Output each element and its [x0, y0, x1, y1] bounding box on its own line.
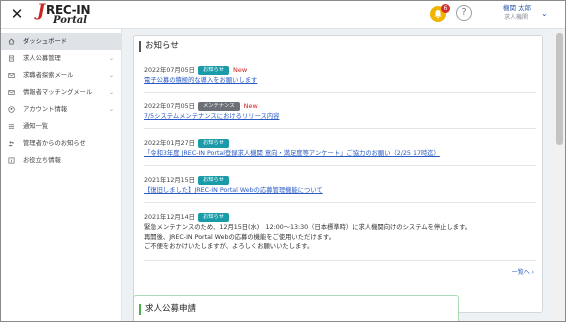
sidebar-item-label: 求職者探索メール: [23, 72, 74, 79]
chevron-down-icon[interactable]: ⌄: [541, 9, 548, 18]
help-icon[interactable]: ?: [456, 5, 472, 21]
news-link[interactable]: 【復旧しました】JREC-IN Portal Webの応募管理機能について: [144, 186, 536, 196]
news-date: 2021年12月14日: [144, 214, 195, 221]
sidebar-item-job-management[interactable]: 求人公募管理 ⌄: [1, 50, 121, 67]
news-body-line: 再開後、JREC-IN Portal Webの応募の機能をご使用いただけます。: [144, 233, 335, 241]
sidebar-item-notifications[interactable]: 通知一覧: [1, 118, 121, 135]
news-date: 2022年01月27日: [144, 140, 195, 147]
news-item: 2022年07月05日 メンテナンス New 7/5システムメンテナンスにおけるリリ…: [144, 101, 536, 129]
sidebar-item-label: 管理者からのお知らせ: [23, 140, 86, 147]
mail-icon: [8, 73, 15, 78]
new-label: New: [233, 66, 248, 74]
news-link[interactable]: 電子公募の積極的な導入をお願いします: [144, 76, 536, 86]
news-badge: お知らせ: [197, 66, 230, 75]
news-date: 2022年07月05日: [144, 67, 195, 74]
news-item: 2022年07月05日 お知らせ New 電子公募の積極的な導入をお願いします: [144, 65, 536, 93]
sidebar-item-dashboard[interactable]: ダッシュボード: [1, 33, 121, 50]
news-link[interactable]: 7/5システムメンテナンスにおけるリリース内容: [144, 112, 536, 122]
user-icon: [8, 106, 15, 113]
scrollbar[interactable]: [554, 29, 565, 321]
scrollbar-thumb[interactable]: [556, 33, 563, 145]
logo[interactable]: J REC-IN Portal: [37, 1, 97, 27]
logo-j: J: [37, 1, 46, 21]
news-body-line: ご不便をおかけいたしますが、よろしくお願いいたします。: [144, 243, 314, 250]
top-bar: ✕ J REC-IN Portal 6 ? 機関 太郎 求人機関 ⌄: [1, 1, 565, 29]
people-icon: [8, 141, 14, 147]
news-item: 2021年12月14日 お知らせ 緊急メンテナンスのため、12月15日(水) 12…: [144, 212, 536, 261]
sidebar-item-admin-news[interactable]: 管理者からのお知らせ: [1, 135, 121, 152]
news-badge: お知らせ: [197, 139, 230, 148]
notice-title: お知らせ: [139, 41, 179, 52]
home-icon: [8, 38, 15, 45]
sidebar-item-label: 通知一覧: [23, 123, 49, 130]
info-icon: [8, 157, 15, 164]
logo-portal: Portal: [53, 15, 88, 26]
chevron-down-icon: ⌄: [108, 72, 114, 79]
new-label: New: [243, 102, 258, 110]
notification-count-badge: 6: [441, 4, 450, 13]
sidebar-item-useful-info[interactable]: お役立ち情報: [1, 152, 121, 169]
chevron-down-icon: ⌄: [108, 55, 114, 62]
document-icon: [8, 55, 15, 62]
app-window: ✕ J REC-IN Portal 6 ? 機関 太郎 求人機関 ⌄ ダッシュボ…: [0, 0, 566, 322]
news-badge: お知らせ: [197, 176, 230, 185]
sidebar-item-label: 求人公募管理: [23, 55, 61, 62]
notice-card: お知らせ 2022年07月05日 お知らせ New 電子公募の積極的な導入をお願いし…: [133, 35, 543, 313]
sidebar-item-label: ダッシュボード: [23, 38, 68, 45]
main-content: お知らせ 2022年07月05日 お知らせ New 電子公募の積極的な導入をお願いし…: [122, 29, 565, 321]
chevron-down-icon: ⌄: [108, 89, 114, 96]
news-body-line: 緊急メンテナンスのため、12月15日(水) 12:00～13:30（日本標準時）…: [144, 224, 472, 231]
mail-icon: [8, 90, 15, 95]
news-badge: メンテナンス: [197, 102, 240, 111]
sidebar: ダッシュボード 求人公募管理 ⌄ 求職者探索メール ⌄ 情報者マッチングメール …: [1, 29, 122, 321]
news-date: 2022年07月05日: [144, 103, 195, 110]
job-application-card: 求人公募申請: [133, 295, 459, 321]
news-item: 2021年12月15日 お知らせ 【復旧しました】JREC-IN Portal W…: [144, 175, 536, 203]
chevron-down-icon: ⌄: [108, 106, 114, 113]
close-menu-icon[interactable]: ✕: [9, 5, 25, 23]
list-icon: [8, 124, 15, 129]
news-date: 2021年12月15日: [144, 177, 195, 184]
sidebar-item-label: お役立ち情報: [23, 157, 61, 164]
news-item: 2022年01月27日 お知らせ 「令和3年度 JREC-IN Portal登録求…: [144, 138, 536, 166]
sidebar-item-seeker-mail[interactable]: 求職者探索メール ⌄: [1, 67, 121, 84]
view-all-link[interactable]: 一覧へ ›: [512, 267, 534, 276]
news-badge: お知らせ: [197, 213, 230, 222]
job-card-title: 求人公募申請: [139, 304, 196, 315]
sidebar-item-label: アカウント情報: [23, 106, 68, 113]
sidebar-item-account[interactable]: アカウント情報 ⌄: [1, 101, 121, 118]
sidebar-item-label: 情報者マッチングメール: [23, 89, 93, 96]
news-link[interactable]: 「令和3年度 JREC-IN Portal登録求人機関 意向・満足度等アンケート…: [144, 149, 536, 159]
sidebar-item-matching-mail[interactable]: 情報者マッチングメール ⌄: [1, 84, 121, 101]
